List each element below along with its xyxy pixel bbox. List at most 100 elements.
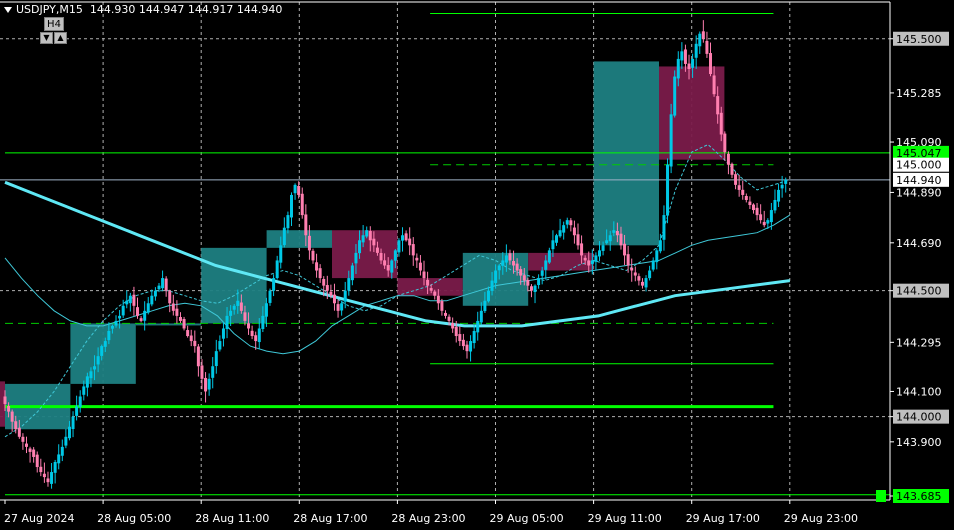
- m15-candle-body: [784, 179, 788, 184]
- m15-candle-body: [297, 185, 301, 195]
- m15-candle-body: [461, 339, 465, 347]
- m15-candle-body: [469, 341, 473, 352]
- price-tick-label: 144.690: [896, 237, 942, 250]
- m15-candle-body: [494, 270, 498, 283]
- m15-candle-body: [472, 330, 476, 344]
- m15-candle-body: [221, 328, 225, 339]
- m15-candle-body: [580, 243, 584, 256]
- m15-candle-body: [46, 478, 50, 483]
- horizontal-levels: [0, 13, 890, 496]
- m15-candle-body: [701, 31, 705, 39]
- timeframe-label: H4: [44, 17, 64, 31]
- m15-candle-body: [286, 215, 290, 229]
- m15-candle-body: [644, 278, 648, 288]
- m15-candle-body: [454, 326, 458, 337]
- m15-candle-body: [619, 233, 623, 246]
- m15-candle-body: [225, 315, 229, 330]
- m15-candle-body: [153, 290, 157, 297]
- m15-candle-body: [229, 310, 233, 316]
- price-label-text: 143.685: [896, 490, 942, 503]
- timeframe-up-button[interactable]: ▲: [54, 32, 67, 44]
- m15-candle-body: [626, 254, 630, 266]
- m15-candle-body: [716, 96, 720, 115]
- price-chart[interactable]: 145.500145.285145.090144.890144.690144.5…: [0, 0, 954, 530]
- m15-candle-body: [107, 330, 111, 341]
- m15-candle-body: [744, 195, 748, 200]
- m15-candle-body: [336, 304, 340, 311]
- m15-candle-body: [676, 58, 680, 79]
- m15-candle-body: [401, 235, 405, 241]
- m15-candle-body: [415, 257, 419, 261]
- m15-candle-body: [89, 371, 93, 379]
- m15-candle-body: [204, 377, 208, 392]
- m15-candle-body: [547, 250, 551, 263]
- collapse-triangle-icon[interactable]: [4, 7, 12, 13]
- m15-candle-body: [519, 269, 523, 276]
- m15-candle-body: [329, 291, 333, 296]
- m15-candle-body: [408, 238, 412, 246]
- m15-candle-body: [730, 163, 734, 175]
- m15-candle-body: [368, 230, 372, 241]
- m15-candle-body: [594, 255, 598, 262]
- price-tick-label: 143.900: [896, 436, 942, 449]
- m15-candle-body: [307, 235, 311, 251]
- m15-candle-body: [261, 315, 265, 329]
- time-tick-label: 28 Aug 05:00: [97, 512, 171, 525]
- m15-candle-body: [623, 243, 627, 256]
- open-value: 144.930: [89, 3, 136, 16]
- m15-candle-body: [75, 406, 79, 416]
- m15-candle-body: [486, 290, 490, 302]
- m15-candle-body: [290, 194, 293, 218]
- close-value: 144.940: [236, 3, 283, 16]
- m15-candle-body: [110, 325, 114, 329]
- m15-candle-body: [96, 356, 100, 365]
- time-tick-label: 28 Aug 17:00: [293, 512, 367, 525]
- m15-candle-body: [354, 252, 358, 264]
- m15-candle-body: [651, 260, 655, 270]
- m15-candle-body: [361, 235, 365, 243]
- m15-candle-body: [512, 261, 516, 266]
- m15-candle-body: [583, 257, 587, 261]
- m15-candle-body: [275, 260, 279, 279]
- m15-candle-body: [501, 260, 505, 266]
- m15-candle-body: [483, 300, 487, 312]
- price-label-text: 145.000: [896, 159, 942, 172]
- m15-candle-body: [393, 250, 397, 261]
- price-label-text: 144.940: [896, 174, 942, 187]
- m15-candle-body: [143, 310, 147, 321]
- price-tick-label: 145.285: [896, 87, 942, 100]
- m15-candle-body: [443, 312, 447, 316]
- m15-candle-body: [655, 250, 659, 263]
- m15-candle-body: [694, 43, 698, 58]
- m15-candle-body: [465, 344, 469, 352]
- m15-candle-body: [529, 286, 533, 291]
- m15-candle-body: [3, 396, 7, 405]
- m15-candle-body: [490, 280, 494, 291]
- m15-candle-body: [551, 240, 555, 250]
- m15-candle-body: [422, 271, 426, 279]
- m15-candle-body: [390, 260, 394, 273]
- m15-candle-body: [418, 262, 422, 271]
- m15-candle-body: [497, 265, 501, 271]
- price-label-text: 144.000: [896, 411, 942, 424]
- m15-candle-body: [515, 263, 519, 271]
- m15-candle-body: [508, 253, 512, 261]
- m15-candle-body: [343, 290, 347, 302]
- m15-candle-body: [533, 285, 537, 292]
- m15-candle-body: [637, 276, 641, 281]
- m15-candle-body: [325, 285, 329, 291]
- chart-axes: [0, 1, 891, 501]
- m15-candle-body: [150, 295, 154, 305]
- timeframe-down-button[interactable]: ▼: [40, 32, 53, 44]
- m15-candle-body: [544, 260, 548, 270]
- m15-candle-body: [612, 230, 616, 233]
- time-tick-label: 27 Aug 2024: [4, 512, 74, 525]
- m15-candle-body: [658, 240, 662, 252]
- m15-candle-body: [10, 411, 14, 422]
- m15-candle-body: [734, 174, 738, 185]
- m15-candle-body: [562, 225, 566, 233]
- m15-candle-body: [504, 255, 508, 263]
- m15-candle-body: [540, 270, 544, 276]
- h4-candle-boxes: [0, 61, 725, 430]
- m15-candle-body: [207, 378, 211, 390]
